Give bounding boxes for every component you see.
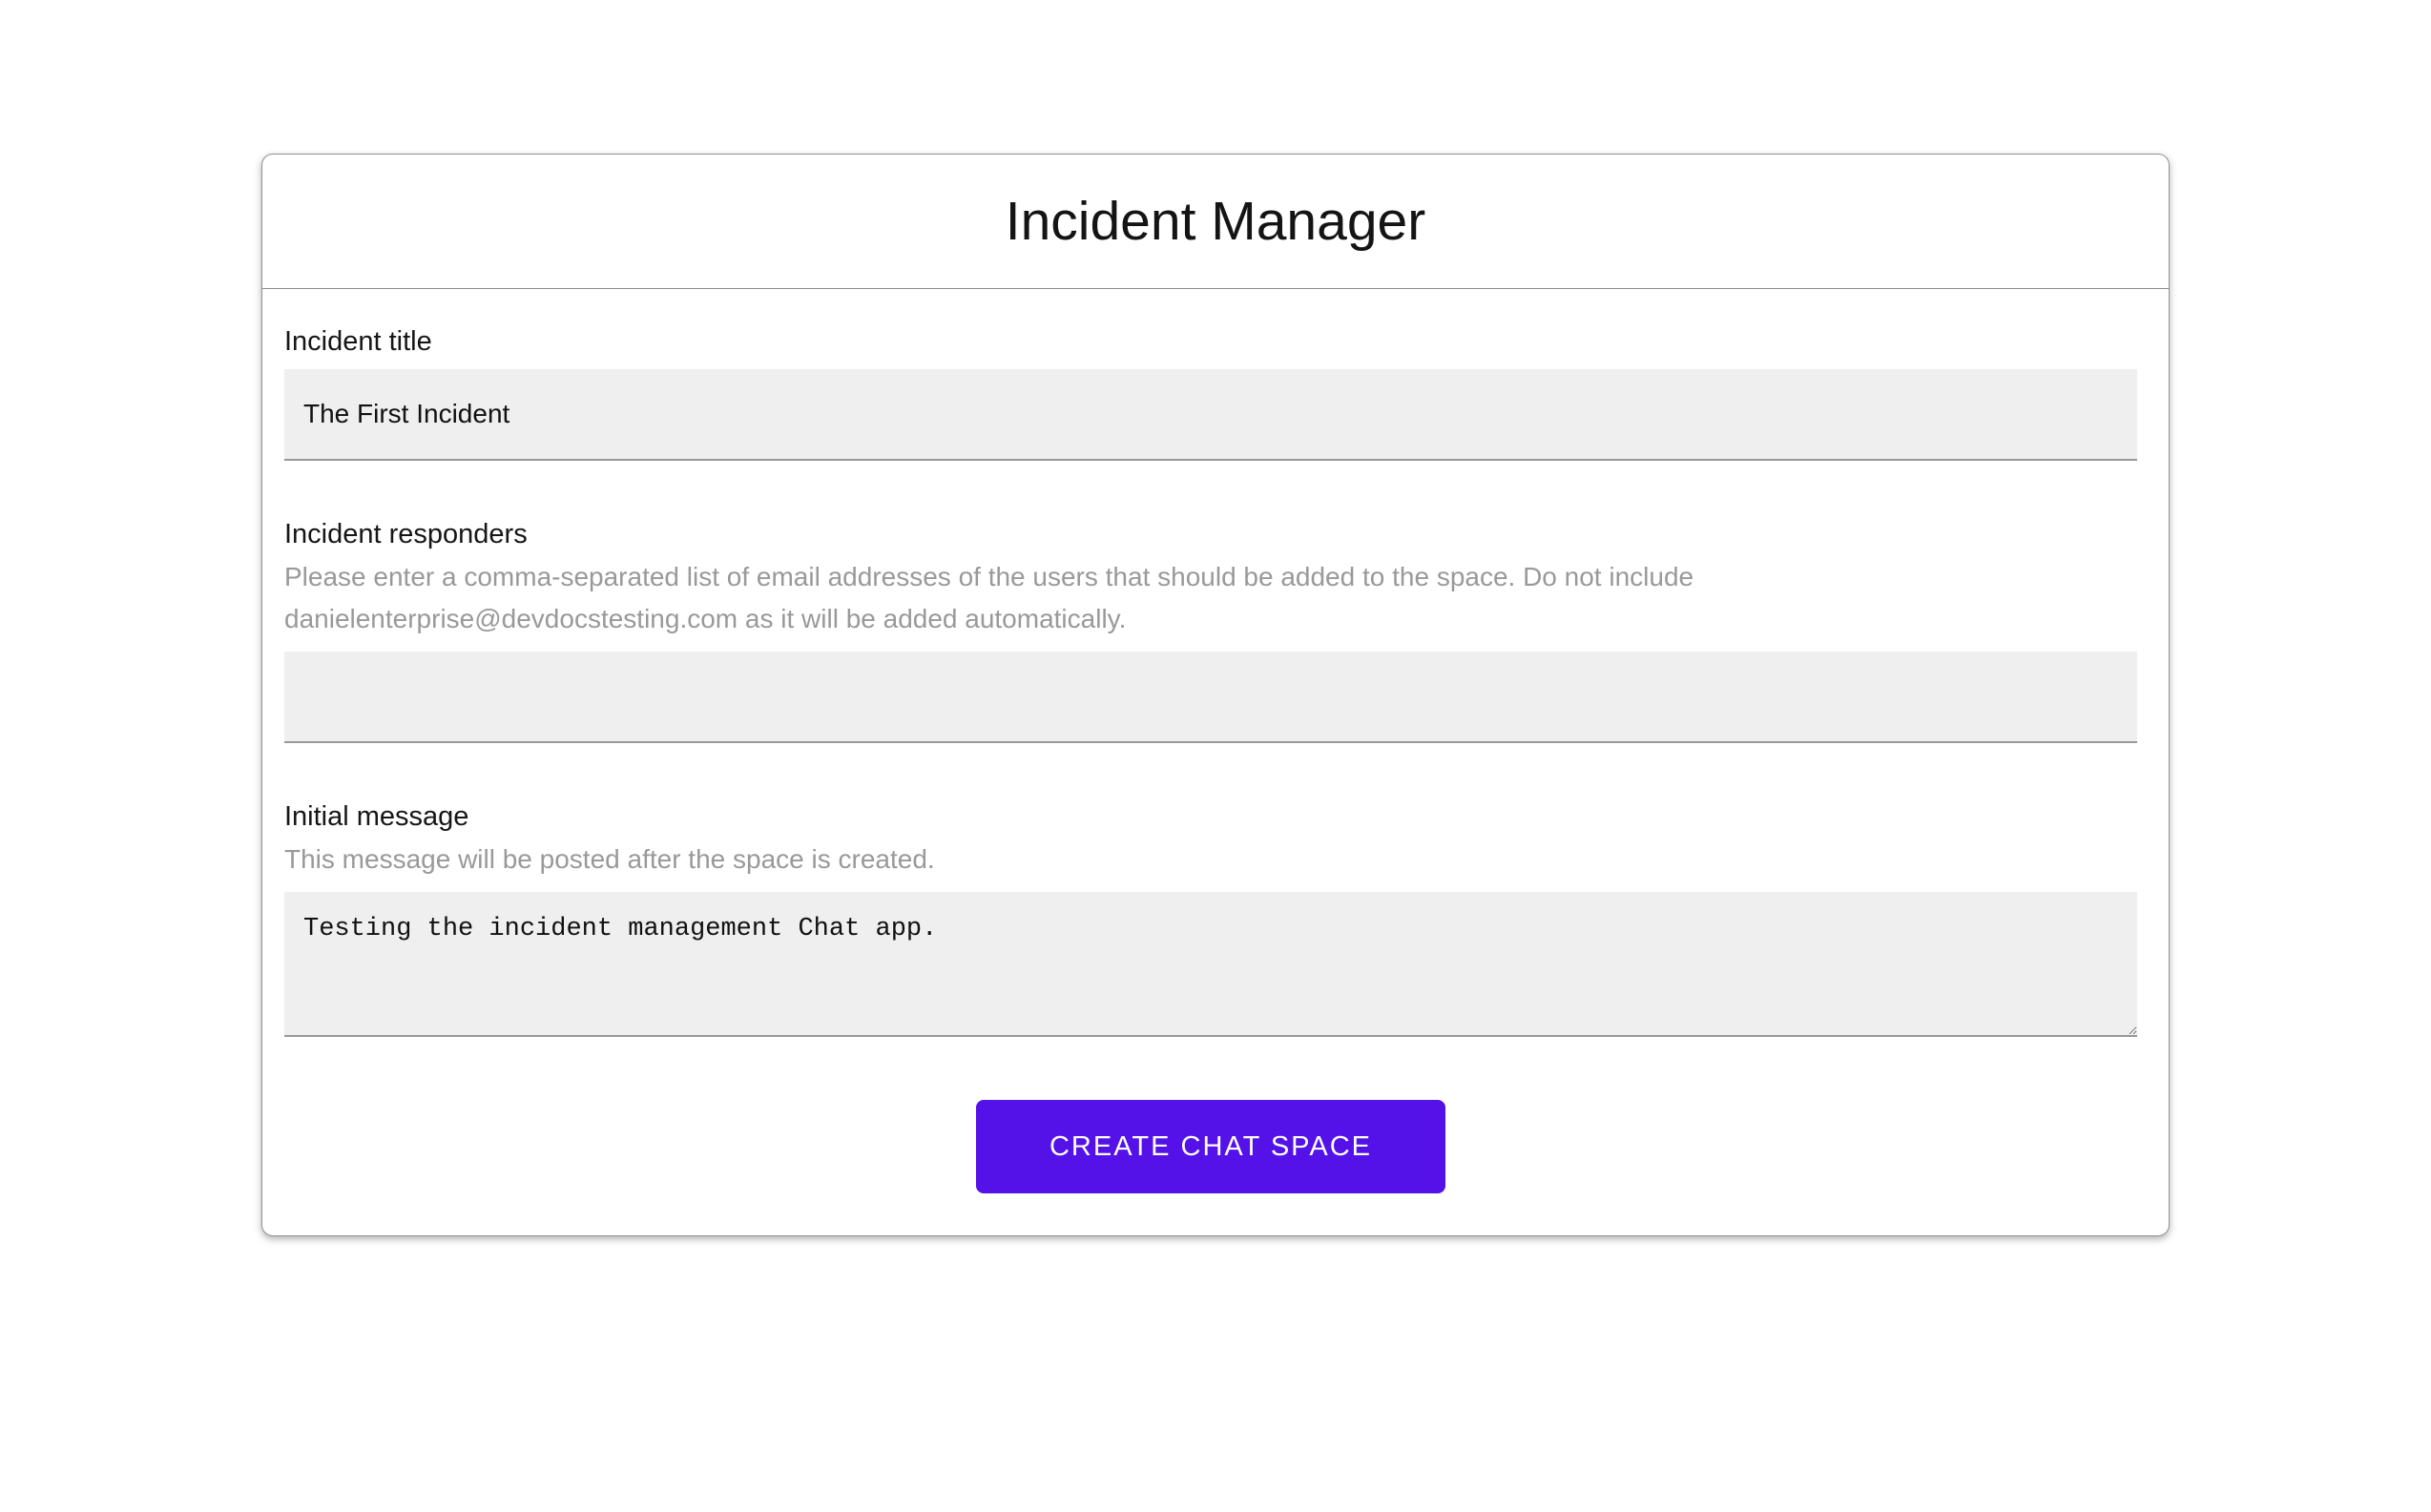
initial-message-textarea[interactable]: Testing the incident management Chat app… [284,892,2137,1037]
incident-title-group: Incident title [284,321,2137,461]
incident-responders-label: Incident responders [284,519,528,549]
incident-form: Incident title Incident responders Pleas… [262,289,2169,1235]
initial-message-group: Initial message This message will be pos… [284,797,2137,1037]
page-title: Incident Manager [1005,191,1426,252]
incident-responders-input[interactable] [284,652,2137,743]
incident-responders-group: Incident responders Please enter a comma… [284,514,2137,743]
incident-manager-card: Incident Manager Incident title Incident… [261,154,2170,1236]
create-chat-space-button[interactable]: CREATE CHAT SPACE [976,1100,1445,1193]
initial-message-label: Initial message [284,801,469,832]
incident-title-label: Incident title [284,326,432,357]
incident-responders-helper-text: Please enter a comma-separated list of e… [284,562,1694,633]
incident-title-input[interactable] [284,369,2137,461]
card-header: Incident Manager [262,155,2169,289]
initial-message-helper-text: This message will be posted after the sp… [284,844,935,874]
